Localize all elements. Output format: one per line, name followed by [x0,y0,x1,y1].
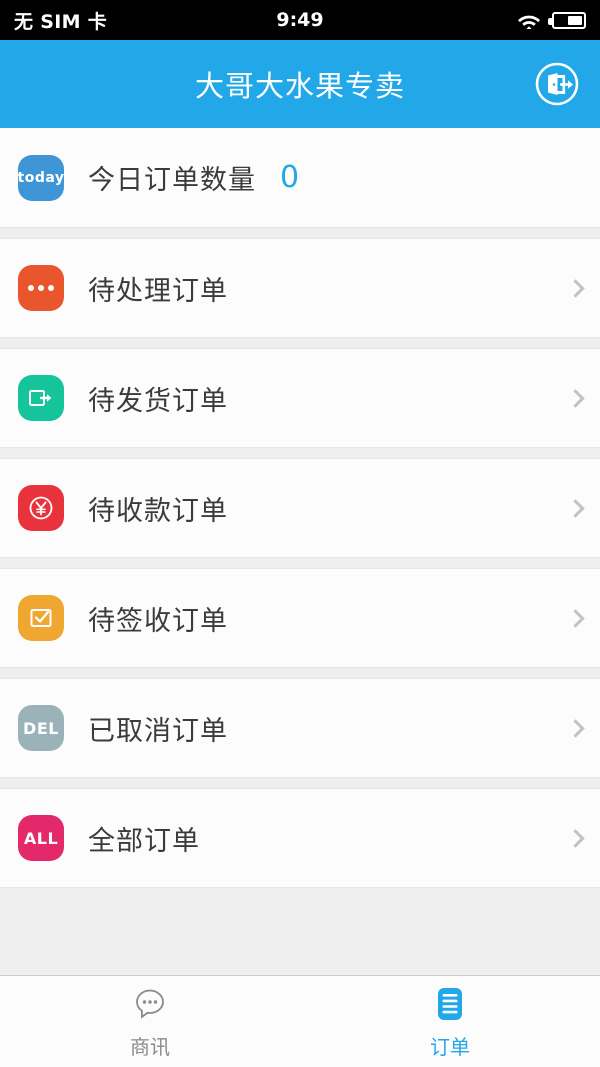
row-label: 今日订单数量 [88,165,256,196]
app-screen: 无 SIM 卡 9:49 大哥大水果专卖 today 今日订单数量 0 待处理订… [0,0,600,1067]
row-separator [0,338,600,348]
list-row-to-collect-payment-orders[interactable]: 待收款订单 [0,458,600,558]
row-label: 待收款订单 [88,495,228,527]
cancelled-icon-label: DEL [23,718,59,738]
list-row-to-sign-orders[interactable]: 待签收订单 [0,568,600,668]
today-order-count: 0 [280,160,300,195]
battery-icon [548,11,586,29]
status-icons [516,11,586,30]
tab-label: 订单 [430,1034,470,1059]
row-label: 待签收订单 [88,605,228,637]
ship-out-icon [18,375,64,421]
logout-door-icon[interactable] [532,59,582,109]
chevron-right-icon [566,608,585,628]
row-separator [0,228,600,238]
status-bar: 无 SIM 卡 9:49 [0,0,600,40]
carrier-label: 无 SIM 卡 [14,10,107,33]
tab-orders[interactable]: 订单 [300,976,600,1067]
list-row-pending-orders[interactable]: 待处理订单 [0,238,600,338]
chevron-right-icon [566,498,585,518]
order-list: today 今日订单数量 0 待处理订单 待发货订单 待收款订单 待签收订单 D… [0,128,600,975]
signed-receipt-icon [18,595,64,641]
row-label: 待发货订单 [88,385,228,417]
row-separator [0,668,600,678]
bottom-tab-bar: 商讯 订单 [0,975,600,1067]
all-orders-icon: ALL [18,815,64,861]
all-orders-icon-label: ALL [23,828,59,848]
row-separator [0,448,600,458]
list-row-to-ship-orders[interactable]: 待发货订单 [0,348,600,448]
tab-merchant-news[interactable]: 商讯 [0,976,300,1067]
row-separator [0,778,600,788]
page-title: 大哥大水果专卖 [194,69,405,103]
row-label: 已取消订单 [88,715,228,747]
chevron-right-icon [566,388,585,408]
app-header: 大哥大水果专卖 [0,40,600,128]
row-label: 全部订单 [88,825,200,857]
today-icon: today [17,154,65,201]
row-separator [0,558,600,568]
wifi-icon [516,11,542,30]
chevron-right-icon [566,718,585,738]
order-list-icon [430,984,470,1024]
chat-bubble-icon [130,984,170,1024]
cancelled-icon: DEL [18,705,64,751]
today-icon-label: today [17,169,65,186]
chevron-right-icon [566,278,585,298]
list-row-cancelled-orders[interactable]: DEL 已取消订单 [0,678,600,778]
chevron-right-icon [566,828,585,848]
tab-label: 商讯 [130,1034,170,1059]
list-row-all-orders[interactable]: ALL 全部订单 [0,788,600,888]
list-row-today-count[interactable]: today 今日订单数量 0 [0,128,600,228]
pending-dots-icon [18,265,64,311]
yuan-payment-icon [18,485,64,531]
row-label: 待处理订单 [88,275,228,307]
